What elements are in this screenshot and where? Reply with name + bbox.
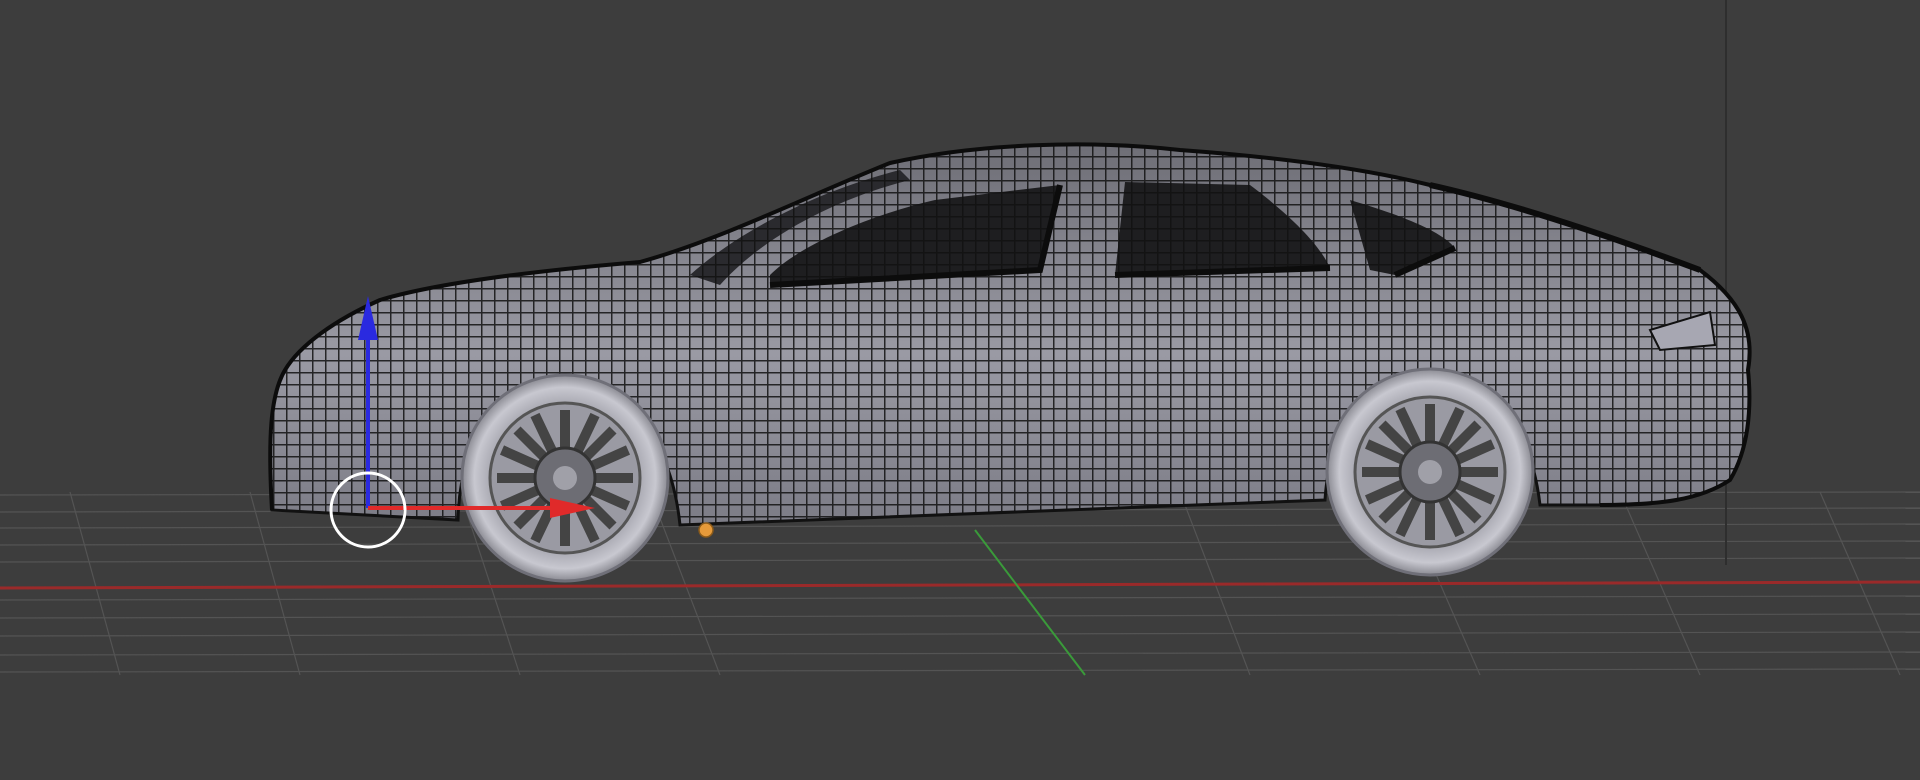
rear-wheel	[1325, 367, 1535, 577]
object-origin-icon[interactable]	[698, 522, 714, 538]
3d-viewport[interactable]	[0, 0, 1920, 780]
front-wheel	[460, 373, 670, 583]
viewport-scene[interactable]	[0, 0, 1920, 780]
x-axis-line	[0, 580, 1920, 590]
car-mesh[interactable]	[260, 130, 1760, 583]
